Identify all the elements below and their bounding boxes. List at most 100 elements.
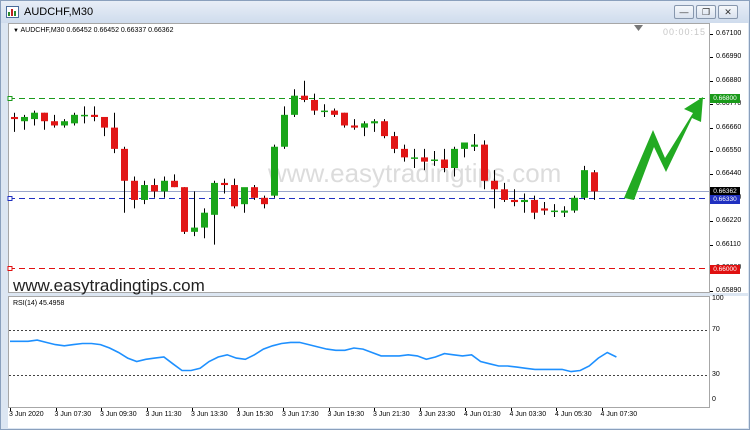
candle <box>561 206 568 217</box>
candle <box>481 140 488 190</box>
candle <box>581 165 588 200</box>
price-tick-mark <box>710 127 713 129</box>
candle <box>391 131 398 154</box>
time-tick-mark <box>101 408 102 411</box>
time-tick-label: 3 Jun 21:30 <box>373 411 410 418</box>
candle <box>521 193 528 213</box>
candle <box>531 195 538 220</box>
time-tick-mark <box>329 408 330 411</box>
candle <box>321 104 328 117</box>
candle <box>51 114 58 128</box>
candle <box>291 89 298 117</box>
time-tick-mark <box>147 408 148 411</box>
time-tick-label: 4 Jun 05:30 <box>555 411 592 418</box>
price-tick-mark <box>710 80 713 82</box>
time-tick-mark <box>420 408 421 411</box>
time-tick-mark <box>556 408 557 411</box>
rsi-label: RSI(14) 45.4958 <box>13 300 65 307</box>
candle <box>431 151 438 166</box>
candle <box>131 176 138 209</box>
candle <box>231 178 238 209</box>
time-tick-label: 3 Jun 07:30 <box>54 411 92 418</box>
candle <box>271 144 278 198</box>
candle <box>541 202 548 215</box>
price-tick-mark <box>710 34 713 35</box>
time-tick-label: 3 Jun 13:30 <box>191 411 228 418</box>
price-tick-mark <box>710 244 713 246</box>
time-tick-label: 4 Jun 01:30 <box>464 411 501 418</box>
price-tick-mark <box>710 104 713 106</box>
time-tick-label: 3 Jun 23:30 <box>418 411 456 418</box>
time-tick-mark <box>283 408 284 411</box>
candle <box>101 116 108 137</box>
candle <box>81 106 88 124</box>
bar-timer: 00:00:15 <box>663 27 707 37</box>
candle <box>111 112 118 154</box>
candle <box>311 93 318 115</box>
time-tick-label: 3 Jun 09:30 <box>100 411 137 418</box>
time-tick-label: 3 Jun 15:30 <box>236 411 274 418</box>
candle <box>331 108 338 117</box>
time-tick-mark <box>56 408 57 411</box>
time-tick-label: 3 Jun 19:30 <box>327 411 365 418</box>
symbol-info-label: ▼ AUDCHF,M30 0.66452 0.66452 0.66337 0.6… <box>13 27 174 34</box>
time-tick-label: 4 Jun 07:30 <box>600 411 638 418</box>
rsi-tick-label: 30 <box>712 371 720 378</box>
candle <box>11 112 18 132</box>
time-tick-label: 3 Jun 11:30 <box>145 411 182 418</box>
candle <box>171 174 178 188</box>
level-handle-0[interactable] <box>7 96 13 101</box>
candle <box>361 121 368 137</box>
level-handle-3[interactable] <box>7 266 13 271</box>
candle <box>21 114 28 130</box>
price-tag: 0.66330 <box>710 195 740 204</box>
time-tick-mark <box>10 408 11 411</box>
candle <box>341 112 348 128</box>
price-tag: 0.66800 <box>710 94 740 103</box>
price-tick-mark <box>710 291 713 293</box>
price-tick-label: 0.66660 <box>716 123 742 131</box>
candle <box>61 119 68 128</box>
candle <box>261 195 268 209</box>
candle <box>351 119 358 130</box>
candle <box>471 133 478 151</box>
level-handle-1[interactable] <box>7 196 13 201</box>
price-tick-label: 0.67100 <box>716 30 742 37</box>
trend-up-arrow-icon <box>624 97 703 200</box>
price-tick-label: 0.66110 <box>716 240 741 248</box>
candle <box>161 176 168 198</box>
trade-panel-toggle-icon[interactable] <box>634 25 643 31</box>
price-tick-label: 0.66550 <box>716 147 742 154</box>
candle <box>71 112 78 126</box>
candle <box>41 112 48 130</box>
price-tick-label: 0.66990 <box>716 53 742 61</box>
time-tick-label: 4 Jun 03:30 <box>509 411 547 418</box>
price-tick-mark <box>710 151 713 152</box>
time-tick-mark <box>602 408 603 411</box>
candle <box>251 185 258 200</box>
price-tick-label: 0.66440 <box>716 170 742 178</box>
price-tag: 0.66000 <box>710 265 740 274</box>
rsi-tick-label: 70 <box>712 326 720 333</box>
candle <box>551 204 558 217</box>
time-tick-mark <box>238 408 239 411</box>
candle <box>401 144 408 162</box>
time-tick-label: 3 Jun 2020 <box>9 411 44 418</box>
time-tick-mark <box>511 408 512 411</box>
price-tick-mark <box>710 174 713 176</box>
time-tick-mark <box>465 408 466 411</box>
rsi-tick-label: 0 <box>712 396 716 403</box>
candle <box>411 148 418 169</box>
candle <box>151 178 158 198</box>
website-url-label: www.easytradingtips.com <box>13 276 205 295</box>
candle <box>281 106 288 149</box>
candle <box>121 146 128 213</box>
candle <box>31 110 38 126</box>
candle <box>491 170 498 209</box>
candle <box>451 146 458 177</box>
candle <box>301 80 308 103</box>
price-tick-label: 0.65890 <box>716 287 742 295</box>
time-tick-mark <box>374 408 375 411</box>
rsi-line <box>10 339 617 373</box>
price-tick-label: 0.66880 <box>716 76 742 84</box>
